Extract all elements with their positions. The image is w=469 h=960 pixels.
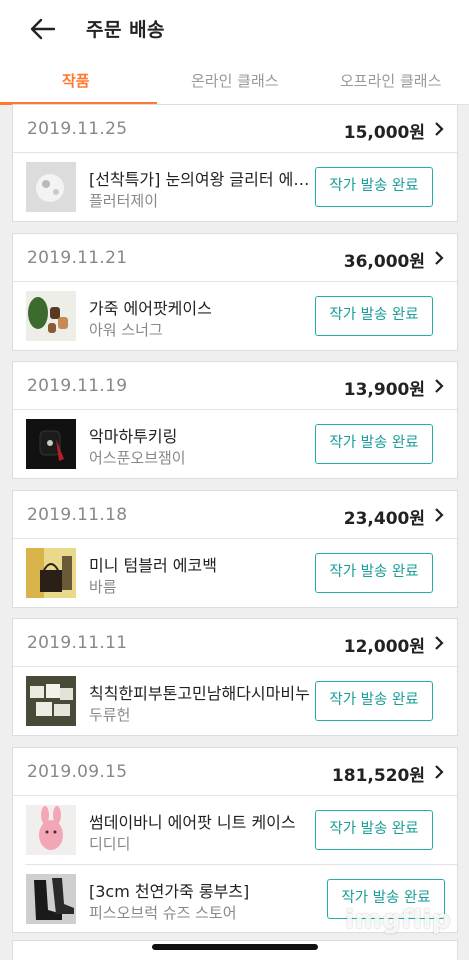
order-card: 2019.11.18 23,400원 미니 텀블러 에코백 바름 작가 발송 완… bbox=[12, 490, 458, 608]
shipping-status-button[interactable]: 작가 발송 완료 bbox=[315, 296, 433, 336]
shipping-status-button[interactable]: 작가 발송 완료 bbox=[315, 553, 433, 593]
seller-name: 피스오브럭 슈즈 스토어 bbox=[89, 904, 237, 922]
order-amount: 23,400원 bbox=[343, 509, 425, 529]
product-thumbnail bbox=[26, 548, 76, 598]
seller-name: 아워 스너그 bbox=[89, 321, 163, 339]
order-header[interactable]: 2019.11.18 23,400원 bbox=[13, 491, 457, 539]
product-thumbnail bbox=[26, 805, 76, 855]
watermark: imgflip bbox=[345, 905, 451, 935]
order-card: 2019.11.25 15,000원 [선착특가] 눈의여왕 글리터 에어팟 케… bbox=[12, 104, 458, 222]
seller-name: 두류헌 bbox=[89, 706, 131, 724]
tab-bar: 작품 온라인 클래스 오프라인 클래스 bbox=[0, 56, 469, 105]
order-header[interactable]: 2019.11.11 12,000원 bbox=[13, 619, 457, 667]
product-thumbnail bbox=[26, 676, 76, 726]
order-card-partial bbox=[12, 940, 458, 960]
product-thumbnail bbox=[26, 162, 76, 212]
tab-online-class[interactable]: 온라인 클래스 bbox=[191, 70, 279, 91]
order-date: 2019.11.25 bbox=[27, 119, 128, 139]
home-indicator[interactable] bbox=[152, 944, 318, 950]
chevron-right-icon[interactable] bbox=[433, 764, 445, 780]
chevron-right-icon[interactable] bbox=[433, 250, 445, 266]
order-header[interactable]: 2019.11.25 15,000원 bbox=[13, 105, 457, 153]
order-date: 2019.11.19 bbox=[27, 376, 128, 396]
tab-offline-class[interactable]: 오프라인 클래스 bbox=[340, 70, 441, 91]
product-name: 가죽 에어팟케이스 bbox=[89, 299, 212, 318]
product-thumbnail bbox=[26, 291, 76, 341]
list-item[interactable]: 칙칙한피부톤고민남해다시마비누 두류헌 작가 발송 완료 bbox=[13, 667, 457, 735]
order-header[interactable]: 2019.11.21 36,000원 bbox=[13, 234, 457, 282]
product-name: 썸데이바니 에어팟 니트 케이스 bbox=[89, 813, 296, 832]
shipping-status-button[interactable]: 작가 발송 완료 bbox=[315, 424, 433, 464]
product-thumbnail bbox=[26, 874, 76, 924]
order-date: 2019.11.21 bbox=[27, 248, 128, 268]
order-card: 2019.11.11 12,000원 칙칙한피부톤고민남해다시마비누 두류헌 작… bbox=[12, 618, 458, 736]
product-name: [선착특가] 눈의여왕 글리터 에어팟 케이스 bbox=[89, 170, 315, 189]
top-bar: 주문 배송 bbox=[0, 0, 469, 56]
order-amount: 15,000원 bbox=[343, 123, 425, 143]
product-thumbnail bbox=[26, 419, 76, 469]
chevron-right-icon[interactable] bbox=[433, 121, 445, 137]
chevron-right-icon[interactable] bbox=[433, 635, 445, 651]
list-item[interactable]: 악마하투키링 어스푼오브잼이 작가 발송 완료 bbox=[13, 410, 457, 478]
product-name: 미니 텀블러 에코백 bbox=[89, 556, 217, 575]
back-arrow-icon[interactable] bbox=[28, 14, 58, 44]
chevron-right-icon[interactable] bbox=[433, 507, 445, 523]
seller-name: 플러터제이 bbox=[89, 192, 159, 210]
tab-works[interactable]: 작품 bbox=[62, 70, 90, 91]
list-item[interactable]: 미니 텀블러 에코백 바름 작가 발송 완료 bbox=[13, 539, 457, 607]
shipping-status-button[interactable]: 작가 발송 완료 bbox=[315, 681, 433, 721]
list-item[interactable]: 가죽 에어팟케이스 아워 스너그 작가 발송 완료 bbox=[13, 282, 457, 350]
seller-name: 어스푼오브잼이 bbox=[89, 449, 186, 467]
order-amount: 13,900원 bbox=[343, 380, 425, 400]
shipping-status-button[interactable]: 작가 발송 완료 bbox=[315, 167, 433, 207]
order-amount: 181,520원 bbox=[331, 766, 425, 786]
order-date: 2019.09.15 bbox=[27, 762, 128, 782]
order-card: 2019.11.21 36,000원 가죽 에어팟케이스 아워 스너그 작가 발… bbox=[12, 233, 458, 351]
product-name: 악마하투키링 bbox=[89, 427, 178, 446]
seller-name: 디디디 bbox=[89, 835, 131, 853]
list-item[interactable]: 썸데이바니 에어팟 니트 케이스 디디디 작가 발송 완료 bbox=[13, 796, 457, 864]
product-name: [3cm 천연가죽 롱부츠] bbox=[89, 882, 250, 901]
order-header[interactable]: 2019.09.15 181,520원 bbox=[13, 748, 457, 796]
list-item[interactable]: [선착특가] 눈의여왕 글리터 에어팟 케이스 플러터제이 작가 발송 완료 bbox=[13, 153, 457, 221]
shipping-status-button[interactable]: 작가 발송 완료 bbox=[315, 810, 433, 850]
product-name: 칙칙한피부톤고민남해다시마비누 bbox=[89, 684, 310, 703]
chevron-right-icon[interactable] bbox=[433, 378, 445, 394]
order-date: 2019.11.18 bbox=[27, 505, 128, 525]
seller-name: 바름 bbox=[89, 578, 117, 596]
order-amount: 12,000원 bbox=[343, 637, 425, 657]
order-card: 2019.11.19 13,900원 악마하투키링 어스푼오브잼이 작가 발송 … bbox=[12, 361, 458, 479]
order-amount: 36,000원 bbox=[343, 252, 425, 272]
page-title: 주문 배송 bbox=[86, 19, 166, 41]
order-header[interactable]: 2019.11.19 13,900원 bbox=[13, 362, 457, 410]
order-date: 2019.11.11 bbox=[27, 633, 128, 653]
